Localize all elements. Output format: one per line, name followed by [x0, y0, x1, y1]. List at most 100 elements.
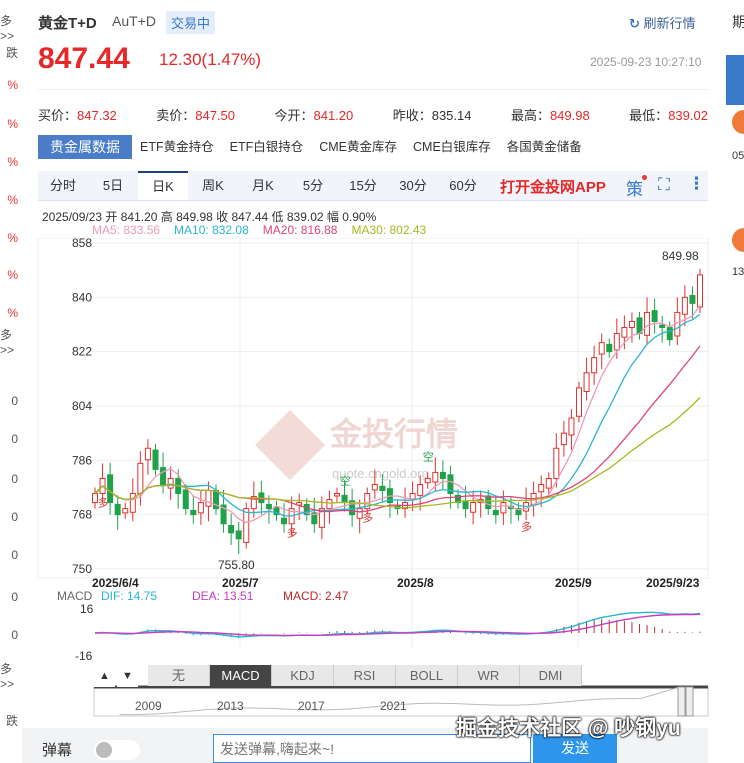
candle-body [144, 447, 151, 461]
candle-body [190, 509, 197, 516]
signal-label: 空 [340, 474, 351, 488]
right-item: 期 [732, 14, 744, 30]
overview-year: 2009 [135, 699, 162, 713]
candle-body [621, 327, 628, 338]
period-tab[interactable]: 日K [138, 171, 188, 200]
right-tab[interactable] [726, 55, 744, 105]
candle-body [606, 343, 613, 353]
indicator-tab[interactable]: MACD [210, 665, 272, 686]
candle-body [341, 494, 348, 504]
watermark: 金投行情 [329, 416, 458, 452]
quote-label: 昨收： [392, 108, 432, 123]
indicator-tab[interactable]: RSI [334, 665, 396, 686]
ma-legend: MA5: 833.56 MA10: 832.08 MA20: 816.88 MA30:… [92, 223, 426, 237]
left-item[interactable]: % [7, 78, 18, 92]
indicator-tab[interactable]: WR [458, 665, 520, 686]
open-app-link[interactable]: 打开金投网APP [500, 176, 606, 197]
x-tick-label: 2025/6/4 [92, 576, 139, 590]
scroll-up-button[interactable]: ▲ [94, 666, 115, 687]
quote-item: 卖价：847.50 [156, 105, 235, 125]
candle-body [326, 499, 333, 510]
left-item[interactable]: % [7, 193, 18, 207]
divider [38, 89, 708, 90]
data-tab[interactable]: ETF白银持仓 [222, 135, 312, 159]
left-item[interactable]: 跌 [6, 44, 18, 61]
indicator-tab[interactable]: DMI [520, 665, 582, 686]
left-item[interactable]: % [7, 117, 18, 131]
period-tab[interactable]: 周K [188, 171, 238, 200]
candle-body [417, 483, 424, 496]
period-tab[interactable]: 分时 [38, 171, 88, 200]
watermark-logo [255, 410, 325, 480]
candle-body [182, 489, 189, 510]
data-tab[interactable]: ETF黄金持仓 [132, 135, 222, 159]
more-icon[interactable]: ⋮ [688, 174, 705, 194]
candle-body [689, 295, 696, 304]
candle-body [129, 493, 136, 513]
instrument-code: AuT+D [112, 13, 156, 29]
period-tab[interactable]: 5分 [288, 171, 338, 200]
navigator-handle-right [685, 686, 694, 717]
candle-body [628, 320, 635, 329]
kline-chart[interactable]: 858840822804786768750金投行情quote.cngold.or… [0, 238, 744, 718]
data-tab[interactable]: CME白银库存 [405, 135, 499, 159]
indicator-tab[interactable]: 无 [148, 665, 210, 686]
danmaku-toggle[interactable] [94, 740, 140, 760]
strategy-button[interactable]: 策 [626, 175, 647, 200]
data-tab[interactable]: CME黄金库存 [311, 135, 405, 159]
candle-body [228, 525, 235, 534]
candle-body [462, 500, 469, 510]
candle-body [152, 449, 159, 470]
status-badge: 交易中 [166, 11, 216, 34]
overview-year: 2021 [380, 699, 407, 713]
overview-year: 2017 [298, 699, 325, 713]
quote-value: 847.32 [77, 108, 117, 123]
left-item[interactable]: % [7, 155, 18, 169]
min-label: 755.80 [218, 558, 255, 572]
quote-value: 847.50 [195, 108, 236, 123]
refresh-label: 刷新行情 [643, 16, 696, 31]
ma-legend-item: MA20: 816.88 [262, 223, 338, 237]
candle-body [205, 490, 212, 507]
indicator-tab[interactable]: KDJ [272, 665, 334, 686]
candle-body [235, 530, 242, 540]
left-item[interactable]: 多>> [0, 12, 18, 43]
period-tab[interactable]: 15分 [338, 171, 388, 200]
candle-body [583, 372, 590, 393]
y-tick-label: 786 [72, 453, 92, 467]
candle-body [114, 503, 121, 516]
period-tab[interactable]: 5日 [88, 171, 138, 200]
scroll-down-button[interactable]: ▼ [117, 666, 138, 687]
indicator-tab[interactable]: BOLL [396, 665, 458, 686]
candle-body [334, 493, 340, 497]
refresh-button[interactable]: ↻ 刷新行情 [629, 13, 696, 32]
fullscreen-icon[interactable]: ⛶ [658, 175, 670, 195]
data-tab[interactable]: 贵金属数据 [38, 135, 132, 159]
signal-label: 多 [287, 526, 298, 540]
candle-body [500, 502, 507, 514]
candle-body [568, 417, 575, 436]
period-tab[interactable]: 60分 [438, 171, 488, 200]
y-tick-label: 840 [72, 290, 92, 304]
signal-label: 空 [423, 449, 434, 463]
ma-legend-item: MA5: 833.56 [92, 223, 161, 237]
candle-body [371, 483, 378, 491]
quote-item: 今开：841.20 [274, 105, 353, 125]
danmaku-label: 弹幕 [42, 742, 73, 759]
macd-tick: 16 [80, 602, 94, 616]
quote-time: 2025-09-23 10:27:10 [590, 55, 702, 69]
quote-label: 买价： [38, 108, 78, 123]
period-tab[interactable]: 30分 [388, 171, 438, 200]
quote-label: 卖价： [156, 108, 196, 123]
candle-body [598, 342, 605, 355]
candle-body [681, 296, 688, 315]
candle-body [409, 493, 416, 500]
candle-body [659, 324, 666, 329]
macd-legend: MACD [57, 589, 93, 603]
data-tab[interactable]: 各国黄金储备 [499, 135, 590, 159]
period-tab[interactable]: 月K [238, 171, 288, 200]
signal-label: 多 [521, 520, 532, 534]
chart-frame [37, 238, 709, 579]
quote-label: 最低： [629, 108, 669, 123]
avatar [732, 110, 744, 134]
